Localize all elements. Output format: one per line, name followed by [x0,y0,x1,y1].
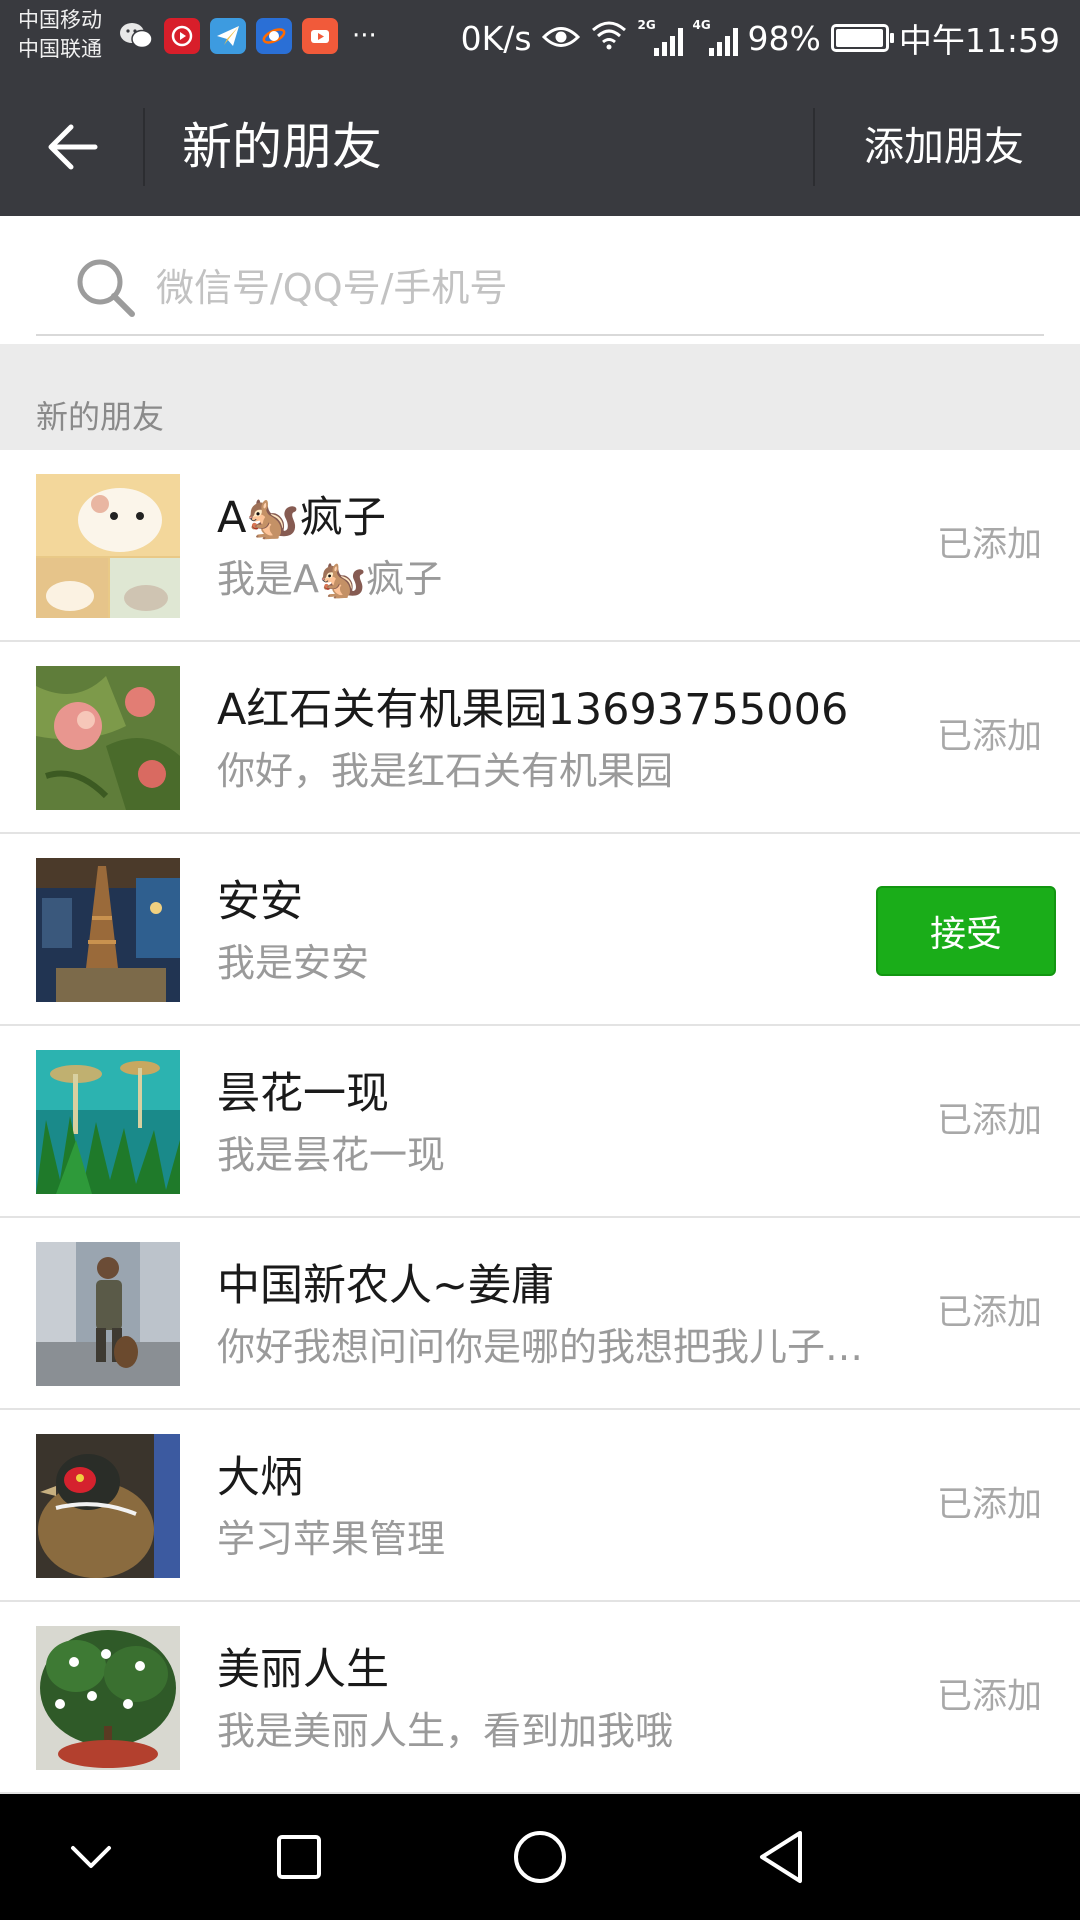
added-status: 已添加 [936,717,1042,757]
title-bar: 新的朋友 添加朋友 [0,78,1080,216]
friend-row[interactable]: 美丽人生 我是美丽人生，看到加我哦 已添加 [0,1602,1080,1794]
nav-recents-button[interactable] [266,1824,332,1890]
back-button[interactable] [40,114,106,180]
signal-2g-icon: 2G [638,18,683,56]
page-title: 新的朋友 [182,118,382,176]
search-field[interactable] [36,242,1044,336]
friend-row[interactable]: A红石关有机果园13693755006 你好，我是红石关有机果园 已添加 [0,642,1080,834]
friend-name: 安安 [217,877,303,927]
title-divider [143,108,145,186]
status-indicators: 0K/s 2G 4G 98% 中午11:59 [461,14,1060,62]
netease-music-icon [164,18,200,54]
status-bar: 中国移动 中国联通 ··· 0K/s 2G 4G 98% 中午11:59 [0,0,1080,78]
browser-app-icon [256,18,292,54]
eye-comfort-icon [541,19,580,58]
back-arrow-icon [48,124,98,170]
friend-message: 学习苹果管理 [217,1517,446,1561]
notification-icons: ··· [118,18,377,54]
friend-name: 美丽人生 [217,1645,389,1695]
net-speed: 0K/s [460,18,532,58]
nav-hide-button[interactable] [58,1824,124,1890]
friend-request-list: A🐿️疯子 我是A🐿️疯子 已添加 A红石关有机果园13693755006 你好… [0,450,1080,1794]
search-input[interactable] [154,258,974,318]
nav-home-button[interactable] [507,1824,573,1890]
friend-name: A🐿️疯子 [217,493,386,543]
battery-percent: 98% [747,18,821,58]
avatar [36,1050,180,1194]
friend-message: 你好，我是红石关有机果园 [217,749,674,793]
carrier-2: 中国联通 [18,37,102,61]
avatar [36,666,180,810]
accept-button[interactable]: 接受 [876,886,1056,976]
friend-message: 我是昙花一现 [217,1133,446,1177]
friend-row[interactable]: A🐿️疯子 我是A🐿️疯子 已添加 [0,450,1080,642]
friend-row[interactable]: 安安 我是安安 接受 [0,834,1080,1026]
friend-name: 大炳 [217,1453,303,1503]
add-friend-button[interactable]: 添加朋友 [864,120,1024,174]
friend-row[interactable]: 昙花一现 我是昙花一现 已添加 [0,1026,1080,1218]
added-status: 已添加 [936,1101,1042,1141]
friend-name: 中国新农人~姜庸 [217,1261,555,1311]
friend-message: 你好我想问问你是哪的我想把我儿子… [217,1325,864,1369]
avatar [36,1434,180,1578]
search-bar [0,216,1080,344]
nav-back-button[interactable] [748,1824,814,1890]
friend-message: 我是美丽人生，看到加我哦 [217,1709,674,1753]
friend-message: 我是安安 [217,941,370,985]
friend-name: A红石关有机果园13693755006 [217,685,849,735]
video-app-icon [302,18,338,54]
signal-4g-icon: 4G [693,18,738,56]
added-status: 已添加 [936,1293,1042,1333]
avatar [36,1626,180,1770]
friend-message: 我是A🐿️疯子 [217,557,443,601]
circle-icon [514,1831,566,1883]
section-title: 新的朋友 [36,398,165,436]
added-status: 已添加 [936,1677,1042,1717]
paper-plane-app-icon [210,18,246,54]
search-icon [77,259,135,317]
square-icon [277,1835,321,1879]
action-divider [813,108,815,186]
carrier-labels: 中国移动 中国联通 [18,6,102,64]
added-status: 已添加 [936,1485,1042,1525]
avatar [36,474,180,618]
system-nav-bar [0,1794,1080,1920]
friend-row[interactable]: 大炳 学习苹果管理 已添加 [0,1410,1080,1602]
triangle-back-icon [760,1831,802,1883]
battery-icon [830,24,894,52]
avatar [36,1242,180,1386]
avatar [36,858,180,1002]
clock: 中午11:59 [898,21,1060,60]
wifi-icon [590,18,628,58]
chevron-down-icon [71,1846,111,1868]
more-notifications-icon: ··· [352,21,377,51]
wechat-icon [118,18,154,54]
added-status: 已添加 [936,525,1042,565]
friend-name: 昙花一现 [217,1069,389,1119]
carrier-1: 中国移动 [18,8,102,32]
friend-row[interactable]: 中国新农人~姜庸 你好我想问问你是哪的我想把我儿子… 已添加 [0,1218,1080,1410]
section-header: 新的朋友 [0,344,1080,450]
